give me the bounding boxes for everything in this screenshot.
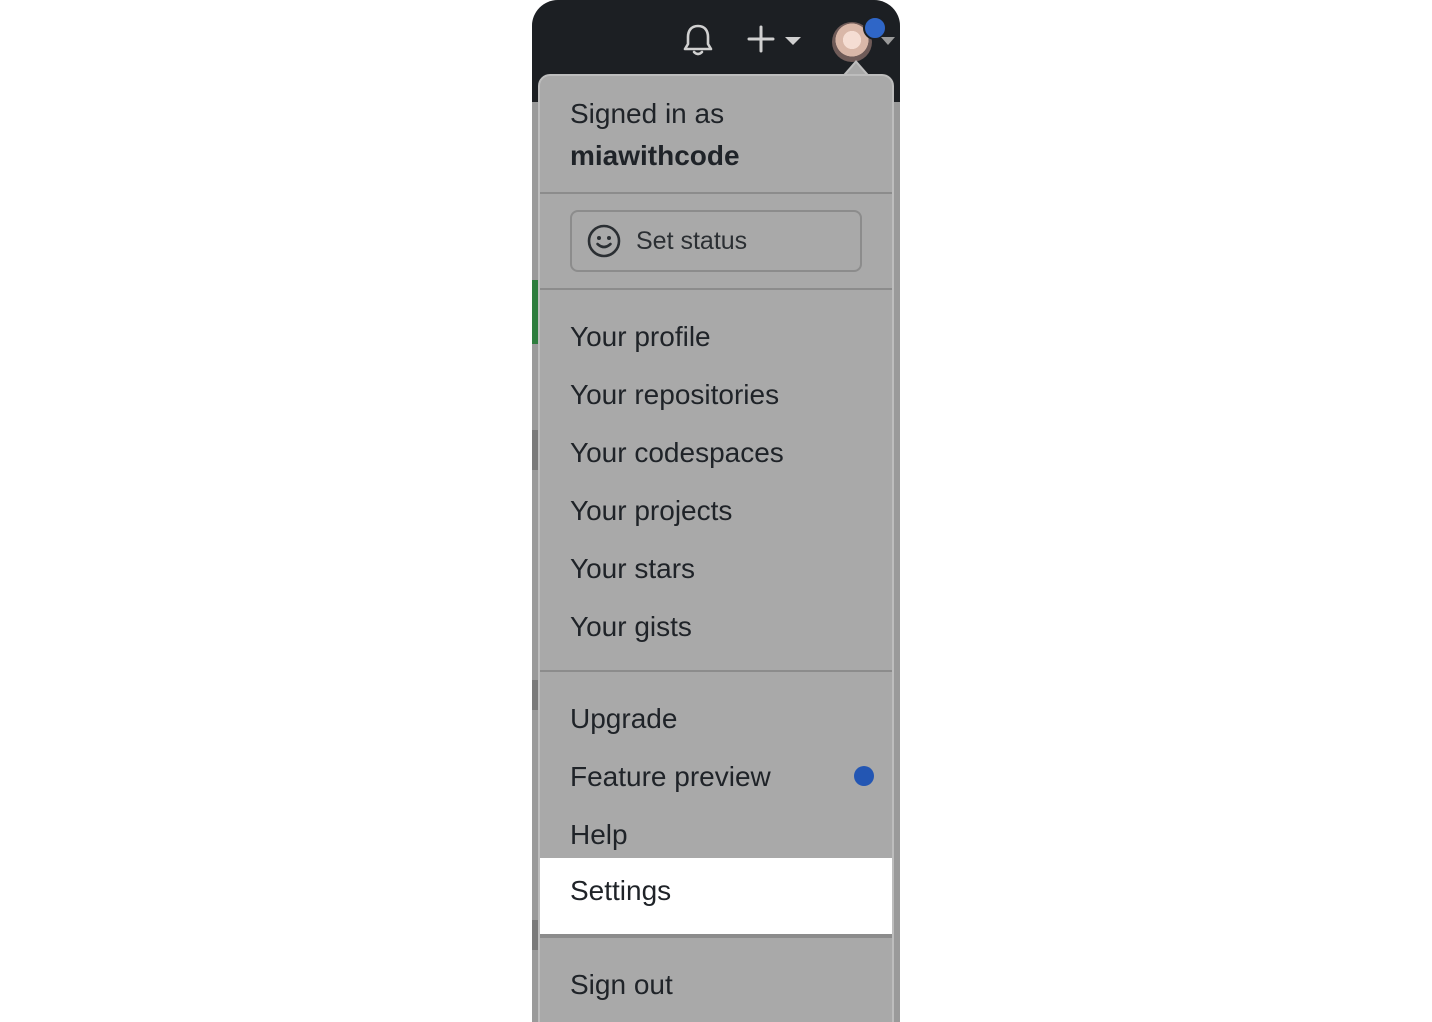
menu-item-feature-preview[interactable]: Feature preview — [540, 748, 892, 806]
set-status-label: Set status — [636, 227, 748, 255]
menu-item-your-gists[interactable]: Your gists — [540, 598, 892, 656]
chevron-down-icon[interactable] — [880, 36, 896, 46]
set-status-button[interactable]: Set status — [570, 210, 862, 272]
menu-item-your-stars[interactable]: Your stars — [540, 540, 892, 598]
menu-item-upgrade[interactable]: Upgrade — [540, 690, 892, 748]
divider — [540, 288, 892, 290]
divider — [540, 934, 892, 938]
bell-icon[interactable] — [680, 22, 716, 58]
menu-item-your-codespaces[interactable]: Your codespaces — [540, 424, 892, 482]
divider — [540, 192, 892, 194]
smiley-icon — [587, 224, 621, 258]
menu-item-help[interactable]: Help — [540, 806, 892, 864]
user-dropdown-menu: Signed in as miawithcode Set status Your… — [538, 74, 894, 1022]
browser-window: Signed in as miawithcode Set status Your… — [532, 0, 900, 1022]
chevron-down-icon[interactable] — [784, 36, 802, 46]
username: miawithcode — [570, 140, 740, 171]
menu-item-your-profile[interactable]: Your profile — [540, 308, 892, 366]
menu-item-your-projects[interactable]: Your projects — [540, 482, 892, 540]
plus-icon[interactable] — [746, 24, 776, 54]
menu-item-your-repositories[interactable]: Your repositories — [540, 366, 892, 424]
divider — [540, 670, 892, 672]
signed-in-label: Signed in as — [570, 98, 725, 129]
menu-item-sign-out[interactable]: Sign out — [540, 956, 892, 1014]
feature-preview-badge — [854, 766, 874, 786]
menu-item-settings[interactable]: Settings — [540, 858, 892, 934]
